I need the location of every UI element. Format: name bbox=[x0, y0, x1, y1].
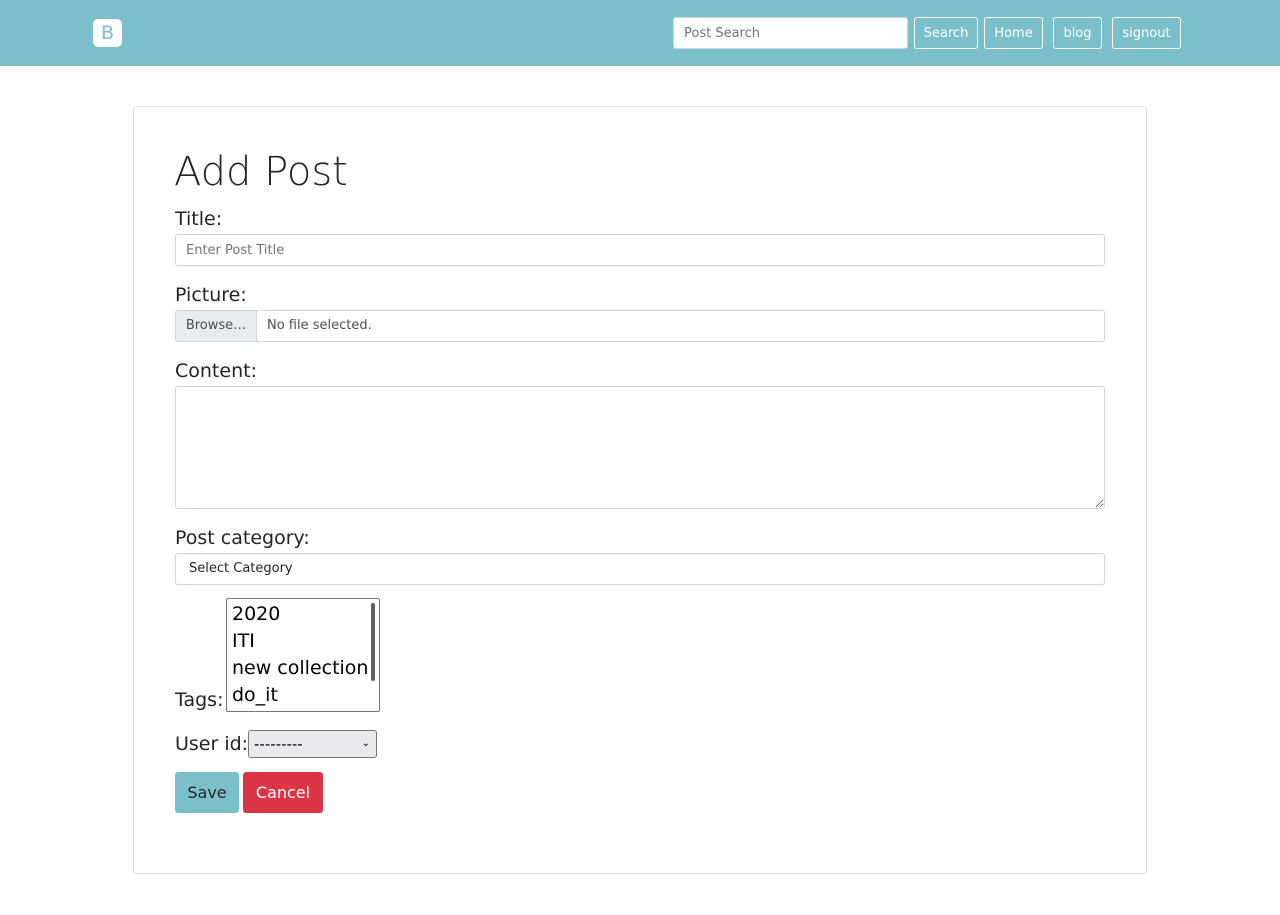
tags-scrollbar[interactable] bbox=[371, 603, 375, 681]
category-select[interactable]: Select Category bbox=[175, 553, 1105, 585]
user-id-selected: --------- bbox=[254, 735, 303, 753]
file-status: No file selected. bbox=[267, 318, 372, 333]
tag-option[interactable]: new collection bbox=[232, 655, 368, 682]
title-input[interactable] bbox=[175, 234, 1105, 266]
search-button[interactable]: Search bbox=[914, 17, 978, 49]
picture-label: Picture: bbox=[175, 284, 247, 306]
brand-logo[interactable]: B bbox=[93, 19, 122, 47]
nav-signout-button[interactable]: signout bbox=[1112, 17, 1181, 49]
nav-blog-button[interactable]: blog bbox=[1053, 17, 1102, 49]
tags-multiselect[interactable]: 2020 ITI new collection do_it bbox=[226, 598, 380, 712]
nav-home-button[interactable]: Home bbox=[984, 17, 1043, 49]
user-id-select[interactable]: --------- ⌄ bbox=[248, 730, 377, 758]
chevron-down-icon: ⌄ bbox=[361, 738, 370, 749]
save-button[interactable]: Save bbox=[175, 772, 239, 813]
tag-option[interactable]: do_it bbox=[232, 682, 278, 709]
cancel-button[interactable]: Cancel bbox=[243, 772, 323, 813]
category-label: Post category: bbox=[175, 527, 310, 549]
user-id-label: User id: bbox=[175, 733, 249, 755]
picture-file-input[interactable]: Browse… No file selected. bbox=[175, 310, 1105, 342]
tag-option[interactable]: 2020 bbox=[232, 601, 280, 628]
title-label: Title: bbox=[175, 208, 223, 230]
content-label: Content: bbox=[175, 360, 257, 382]
tags-label: Tags: bbox=[175, 689, 224, 711]
navbar: B Search Home blog signout bbox=[0, 0, 1280, 66]
page-title: Add Post bbox=[174, 149, 348, 195]
browse-button[interactable]: Browse… bbox=[176, 311, 257, 341]
search-input[interactable] bbox=[673, 17, 908, 49]
tag-option[interactable]: ITI bbox=[232, 628, 255, 655]
content-textarea[interactable] bbox=[175, 386, 1105, 509]
